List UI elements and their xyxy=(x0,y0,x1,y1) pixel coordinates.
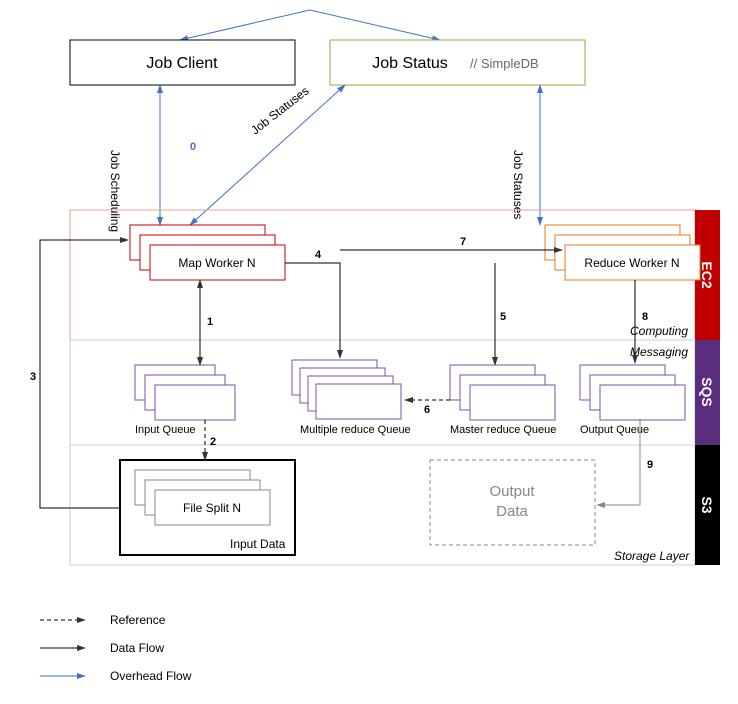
step-8: 8 xyxy=(642,311,648,323)
masq-f xyxy=(470,385,555,420)
legend-over: Overhead Flow xyxy=(110,669,192,683)
step-9: 9 xyxy=(647,459,653,471)
arrow-jobstatus-map xyxy=(190,85,345,225)
step-0: 0 xyxy=(190,141,196,153)
output-data-1: Output xyxy=(489,483,535,500)
output-queue-label: Output Queue xyxy=(580,424,649,436)
master-reduce-label: Master reduce Queue xyxy=(450,424,556,436)
job-statuses-2: Job Statuses xyxy=(511,150,525,219)
step-2: 2 xyxy=(210,436,216,448)
map-worker-label: Map Worker N xyxy=(178,256,255,270)
step-5: 5 xyxy=(500,311,506,323)
mrq-f xyxy=(316,384,401,419)
step-1: 1 xyxy=(207,316,213,328)
step-3: 3 xyxy=(30,371,36,383)
messaging-label: Messaging xyxy=(630,345,688,359)
legend-ref: Reference xyxy=(110,613,166,627)
ec2-label: EC2 xyxy=(699,261,715,288)
file-split-label: File Split N xyxy=(183,501,241,515)
step-7: 7 xyxy=(460,236,466,248)
s3-label: S3 xyxy=(699,496,715,513)
job-client-label: Job Client xyxy=(146,55,218,72)
job-status-box xyxy=(330,40,585,85)
oq-f xyxy=(600,385,685,420)
storage-label: Storage Layer xyxy=(614,549,690,563)
job-status-label: Job Status xyxy=(372,55,448,72)
step-6: 6 xyxy=(424,404,430,416)
arrow-4 xyxy=(285,263,340,358)
output-data-2: Data xyxy=(496,503,528,520)
input-queue-label: Input Queue xyxy=(135,424,196,436)
simpledb-label: // SimpleDB xyxy=(470,56,539,71)
iq-f xyxy=(155,385,235,420)
step-4: 4 xyxy=(315,249,322,261)
arrow-3 xyxy=(40,240,128,508)
job-statuses-1: Job Statuses xyxy=(248,84,311,138)
legend-data: Data Flow xyxy=(110,641,164,655)
input-data-label: Input Data xyxy=(230,537,286,551)
computing-label: Computing xyxy=(630,324,688,338)
overhead-arc xyxy=(180,10,440,40)
job-scheduling-label: Job Scheduling xyxy=(108,150,122,232)
multi-reduce-label: Multiple reduce Queue xyxy=(300,424,411,436)
reduce-worker-label: Reduce Worker N xyxy=(584,256,679,270)
sqs-label: SQS xyxy=(699,377,715,407)
